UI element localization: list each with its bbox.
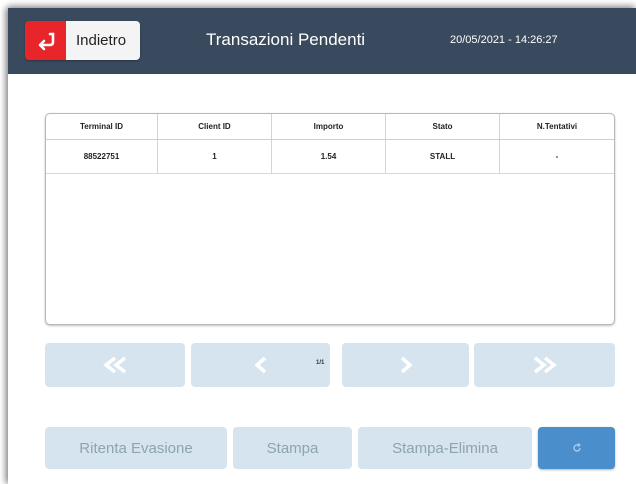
cell-client-id: 1 — [158, 140, 272, 173]
chevron-left-icon — [253, 356, 266, 374]
last-page-button[interactable] — [474, 343, 615, 387]
prev-page-button[interactable] — [191, 343, 330, 387]
double-chevron-left-icon — [103, 356, 127, 374]
back-button[interactable]: Indietro — [25, 21, 140, 60]
app-window: Indietro Transazioni Pendenti 20/05/2021… — [8, 8, 636, 484]
refresh-button[interactable] — [538, 427, 615, 469]
return-arrow-icon — [25, 21, 66, 60]
back-button-label: Indietro — [66, 21, 140, 60]
next-page-button[interactable] — [342, 343, 469, 387]
cell-terminal-id: 88522751 — [46, 140, 158, 173]
print-delete-button[interactable]: Stampa-Elimina — [358, 427, 532, 469]
column-header-importo: Importo — [272, 114, 386, 139]
double-chevron-right-icon — [533, 356, 557, 374]
cell-stato: STALL — [386, 140, 500, 173]
refresh-icon — [572, 443, 581, 452]
table-header: Terminal ID Client ID Importo Stato N.Te… — [46, 114, 614, 140]
column-header-client-id: Client ID — [158, 114, 272, 139]
header-bar: Indietro Transazioni Pendenti 20/05/2021… — [8, 8, 636, 74]
cell-tentativi: - — [555, 152, 559, 161]
datetime-display: 20/05/2021 - 14:26:27 — [450, 34, 558, 46]
retry-button[interactable]: Ritenta Evasione — [45, 427, 227, 469]
transactions-table: Terminal ID Client ID Importo Stato N.Te… — [45, 113, 615, 325]
chevron-right-icon — [400, 356, 413, 374]
table-row[interactable]: 88522751 1 1.54 STALL - — [46, 140, 614, 174]
column-header-terminal-id: Terminal ID — [46, 114, 158, 139]
column-header-stato: Stato — [386, 114, 500, 139]
column-header-tentativi: N.Tentativi — [536, 122, 578, 131]
print-button[interactable]: Stampa — [233, 427, 352, 469]
first-page-button[interactable] — [45, 343, 185, 387]
cell-importo: 1.54 — [272, 140, 386, 173]
page-title: Transazioni Pendenti — [206, 30, 366, 49]
page-indicator: 1/1 — [316, 360, 325, 366]
